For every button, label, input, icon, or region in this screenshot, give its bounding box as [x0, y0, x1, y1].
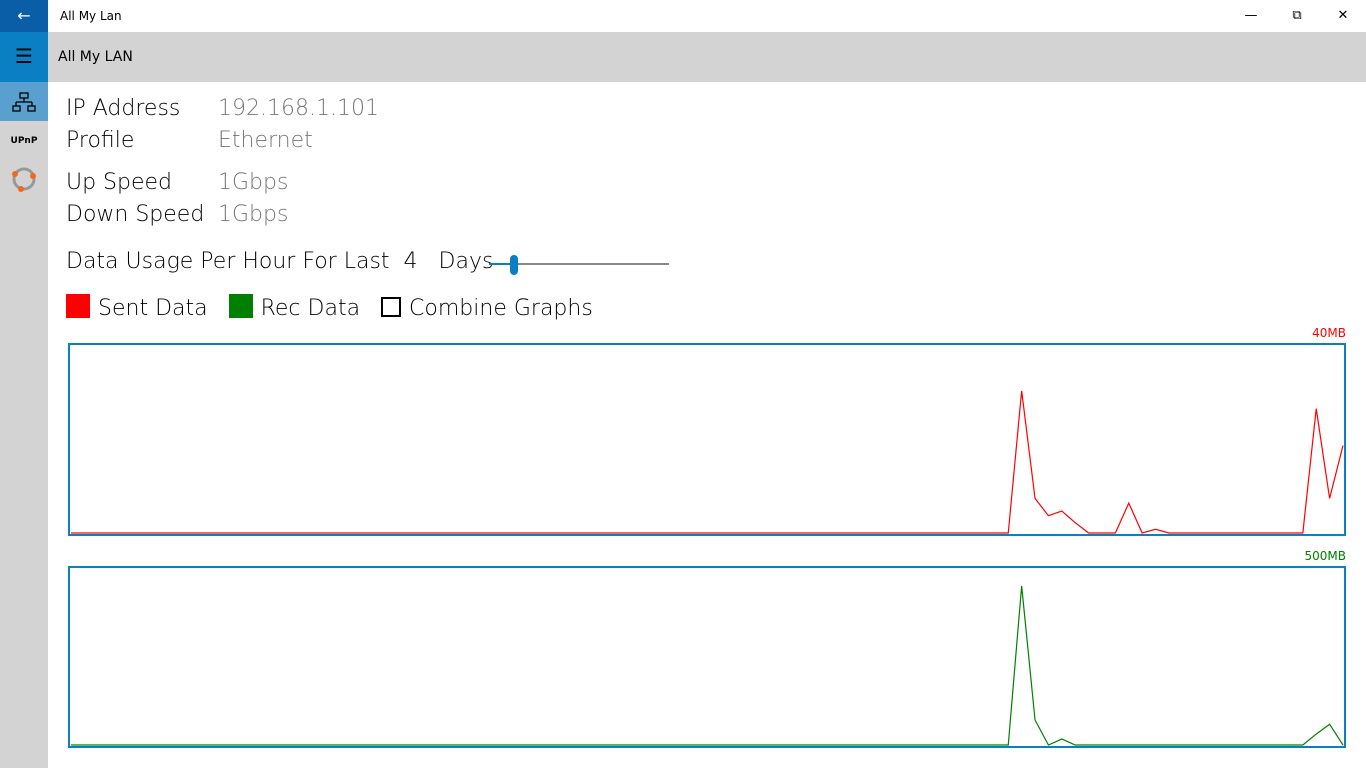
- sidebar-item-network[interactable]: [0, 82, 48, 121]
- sent-label: Sent Data: [98, 296, 208, 321]
- hamburger-icon: ☰: [15, 44, 33, 68]
- restore-button[interactable]: ⧉: [1274, 0, 1320, 32]
- minimize-button[interactable]: —: [1228, 0, 1274, 32]
- down-speed-value: 1Gbps: [218, 202, 289, 227]
- page-title: All My LAN: [58, 49, 133, 65]
- checkbox-box[interactable]: [381, 297, 402, 317]
- sent-max-label: 40MB: [1312, 326, 1346, 340]
- ip-label: IP Address: [66, 96, 181, 121]
- profile-label: Profile: [66, 128, 135, 153]
- sidebar-item-bonjour[interactable]: [0, 160, 48, 199]
- arrow-left-icon: ←: [17, 6, 31, 25]
- sent-chart: [68, 343, 1346, 536]
- sidebar: UPnP: [0, 82, 48, 768]
- days-value: 4: [403, 249, 418, 274]
- rec-max-label: 500MB: [1304, 549, 1347, 563]
- menu-button[interactable]: ☰: [0, 32, 48, 82]
- upnp-icon: UPnP: [10, 135, 38, 146]
- rec-label: Rec Data: [260, 296, 361, 321]
- sent-data-line: [71, 390, 1344, 534]
- usage-label: Data Usage Per Hour For Last 4 Days: [66, 249, 493, 274]
- network-icon: [12, 91, 36, 112]
- title-bar: ← All My Lan — ⧉ ✕: [0, 0, 1366, 32]
- sidebar-item-upnp[interactable]: UPnP: [0, 121, 48, 160]
- combine-label: Combine Graphs: [409, 296, 593, 321]
- days-slider[interactable]: [489, 255, 669, 275]
- profile-value: Ethernet: [218, 128, 313, 153]
- rec-swatch: [228, 294, 253, 318]
- down-speed-label: Down Speed: [66, 202, 205, 227]
- app-header: ☰ All My LAN: [0, 32, 1366, 82]
- sent-swatch: [66, 294, 90, 318]
- legend: Sent Data Rec Data Combine Graphs: [66, 294, 593, 321]
- bonjour-icon: [12, 167, 36, 192]
- combine-checkbox[interactable]: Combine Graphs: [381, 296, 593, 321]
- up-speed-value: 1Gbps: [218, 170, 289, 195]
- back-button[interactable]: ←: [0, 0, 48, 32]
- usage-text: Data Usage Per Hour For Last: [66, 249, 390, 274]
- up-speed-label: Up Speed: [66, 170, 173, 195]
- ip-value: 192.168.1.101: [218, 96, 379, 121]
- close-button[interactable]: ✕: [1320, 0, 1366, 32]
- window-title: All My Lan: [60, 9, 122, 23]
- rec-chart: [68, 566, 1346, 748]
- rec-data-line: [71, 585, 1344, 746]
- slider-thumb[interactable]: [509, 255, 518, 275]
- days-label: Days: [438, 249, 494, 274]
